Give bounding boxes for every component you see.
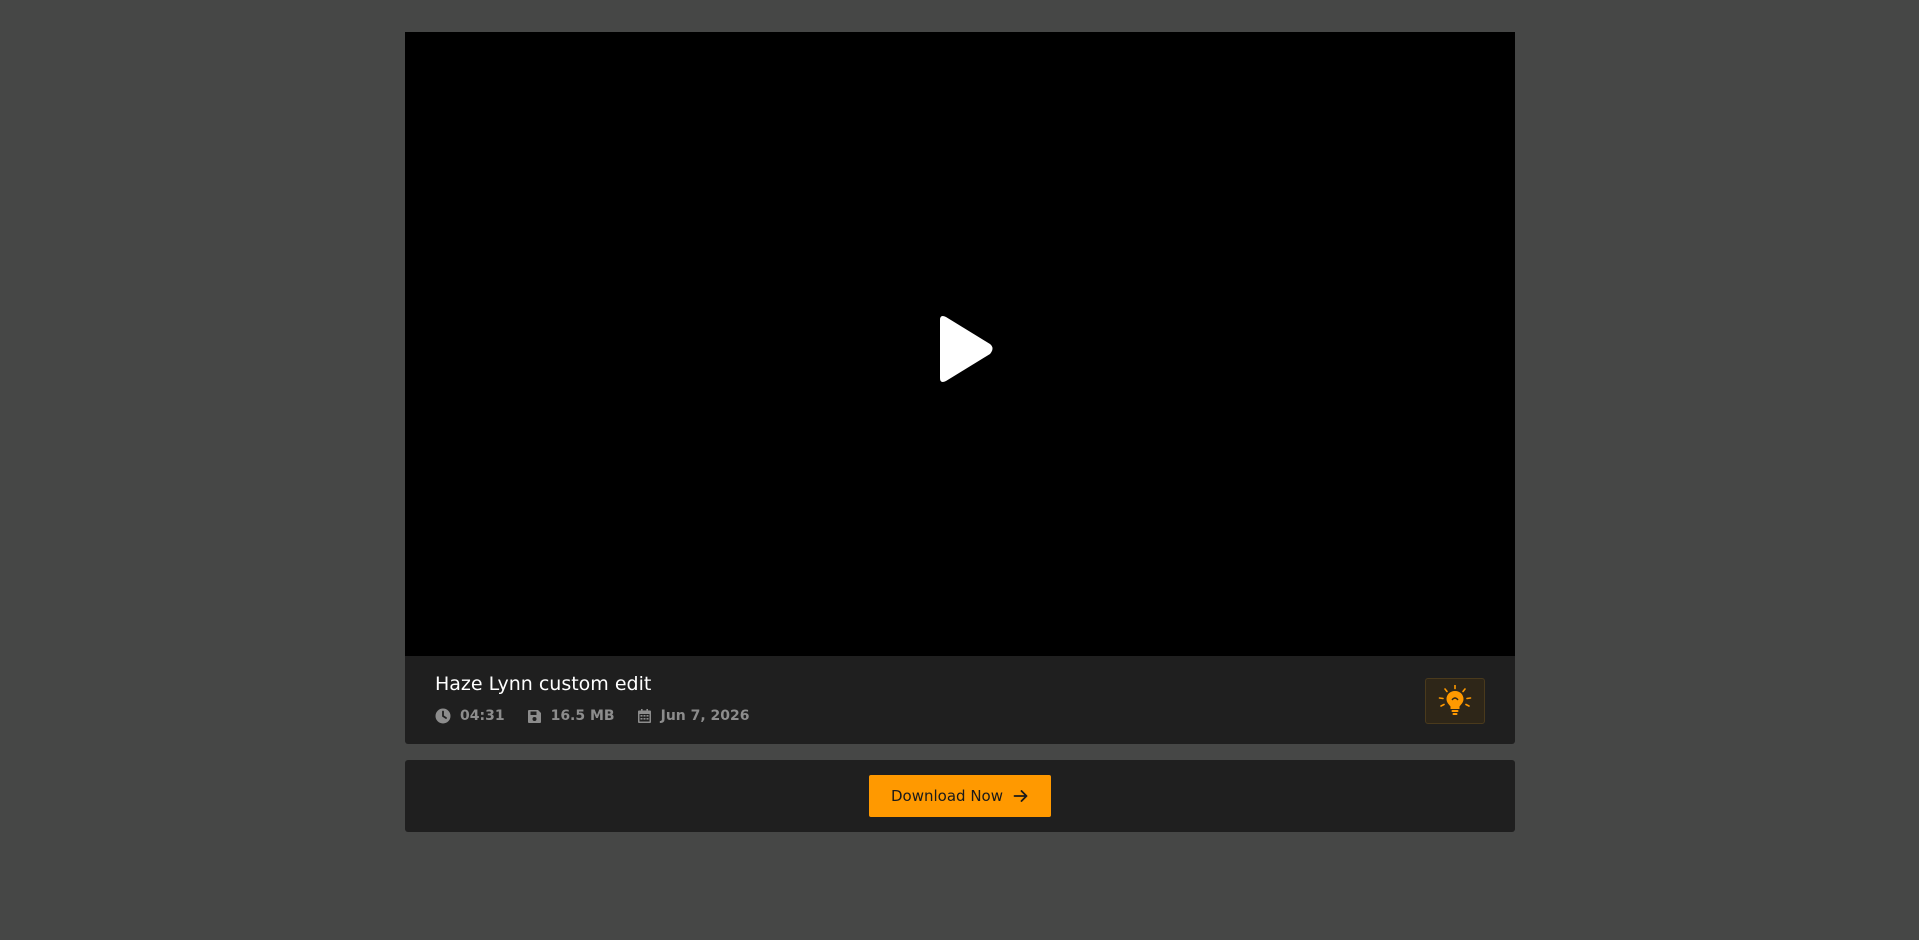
video-title: Haze Lynn custom edit	[435, 673, 652, 695]
video-meta: 04:31 16.5 MB Jun 7, 2026	[435, 708, 772, 724]
play-button[interactable]	[924, 310, 1004, 390]
video-card: Haze Lynn custom edit 04:31 16.5 MB Jun …	[405, 32, 1515, 832]
download-bar: Download Now	[405, 760, 1515, 832]
video-player[interactable]	[405, 32, 1515, 656]
lights-toggle-button[interactable]	[1425, 678, 1485, 724]
download-now-button[interactable]: Download Now	[869, 775, 1051, 817]
download-label: Download Now	[891, 787, 1003, 805]
floppy-disk-icon	[527, 709, 541, 723]
date-text: Jun 7, 2026	[660, 708, 750, 724]
clock-icon	[435, 708, 451, 724]
size-text: 16.5 MB	[550, 708, 615, 724]
lightbulb-icon	[1438, 685, 1472, 715]
video-info-bar: Haze Lynn custom edit 04:31 16.5 MB Jun …	[405, 656, 1515, 744]
calendar-icon	[637, 709, 651, 723]
size-meta: 16.5 MB	[527, 708, 615, 724]
date-meta: Jun 7, 2026	[637, 708, 750, 724]
duration-meta: 04:31	[435, 708, 505, 724]
duration-text: 04:31	[460, 708, 505, 724]
play-icon	[940, 316, 993, 382]
arrow-right-icon	[1013, 789, 1029, 803]
